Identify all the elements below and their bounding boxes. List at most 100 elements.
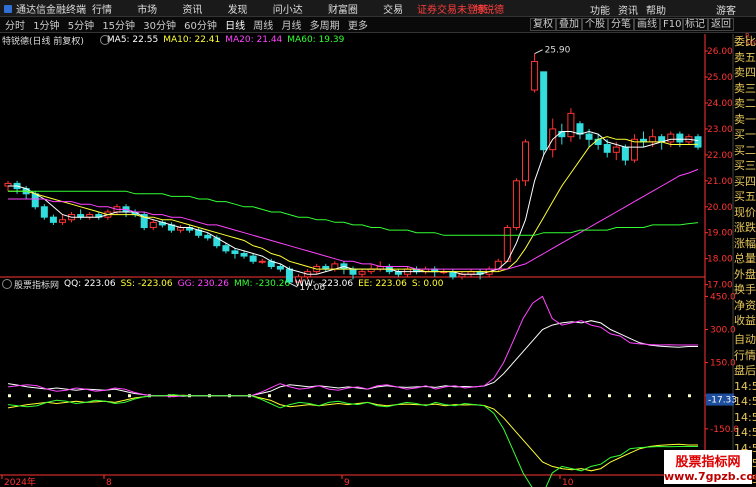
candle-body-38 bbox=[349, 268, 357, 275]
tick-panel-row-6: 14:50 bbox=[734, 426, 756, 439]
zero-line-dot bbox=[88, 394, 91, 398]
candle-body-59 bbox=[540, 71, 548, 151]
candle-body-68 bbox=[621, 146, 629, 161]
candle-body-67 bbox=[612, 146, 620, 153]
zero-line-dot bbox=[688, 394, 691, 398]
zero-line-dot bbox=[508, 394, 511, 398]
settings-icon[interactable] bbox=[100, 35, 110, 45]
candle-body-16 bbox=[149, 221, 157, 229]
indicator-line-qq bbox=[7, 320, 698, 397]
ma-line-ma20 bbox=[8, 168, 699, 270]
settings-icon[interactable] bbox=[2, 279, 12, 289]
zero-line-dot bbox=[548, 394, 551, 398]
price-tick-label-9: 26.00 bbox=[707, 47, 733, 57]
quote-panel: 委比 卖五 卖四 卖三 卖二 卖一 买一 买二 买三 买四 买五 现价 涨跌 涨幅 总量 外盘 换手 净资 收益 bbox=[734, 34, 756, 329]
zero-line-dot bbox=[588, 394, 591, 398]
price-tick-label-3: 20.00 bbox=[707, 203, 733, 213]
zero-line-dot bbox=[108, 394, 111, 398]
zero-line-dot bbox=[8, 394, 11, 398]
zero-line-dot bbox=[348, 394, 351, 398]
quote-panel-row-11: 现价 bbox=[734, 205, 756, 219]
time-tick-label-2: 9 bbox=[344, 478, 350, 487]
zero-line-dot bbox=[488, 394, 491, 398]
quote-panel-row-7: 买二 bbox=[734, 143, 756, 157]
tick-panel-row-4: 14:50 bbox=[734, 395, 756, 408]
price-tick-label-8: 25.00 bbox=[707, 73, 733, 83]
quote-panel-row-15: 外盘 bbox=[734, 267, 756, 281]
quote-panel-row-5: 卖一 bbox=[734, 112, 756, 126]
candle-body-69 bbox=[630, 138, 638, 161]
zero-line-dot bbox=[668, 394, 671, 398]
candle-body-3 bbox=[31, 193, 39, 208]
tick-panel-row-3: 14:50 bbox=[734, 379, 756, 393]
zero-line-dot bbox=[388, 394, 391, 398]
quote-panel-row-17: 净资 bbox=[734, 298, 756, 312]
ma-line-ma5 bbox=[8, 130, 699, 275]
zero-line-dot bbox=[368, 394, 371, 398]
zero-line-dot bbox=[648, 394, 651, 398]
candle-body-25 bbox=[231, 250, 239, 254]
candle-body-61 bbox=[558, 131, 566, 138]
ind-tick-label-0: 450.0 bbox=[710, 292, 736, 302]
indicator-qq-label: QQ: 223.06 bbox=[64, 279, 116, 289]
price-tick-label-7: 24.00 bbox=[707, 99, 733, 109]
zero-line-dot bbox=[528, 394, 531, 398]
price-tick-label-6: 23.00 bbox=[707, 125, 733, 135]
zero-line-dot bbox=[408, 394, 411, 398]
candle-body-26 bbox=[240, 252, 248, 257]
zero-line-dot bbox=[468, 394, 471, 398]
tick-panel-row-5: 14:50 bbox=[734, 410, 756, 424]
quote-panel-row-9: 买四 bbox=[734, 174, 756, 188]
indicator-title: 股票指标网 bbox=[14, 280, 60, 291]
watermark-url: www.7gpzb.com bbox=[664, 470, 756, 483]
zero-line-dot bbox=[448, 394, 451, 398]
indicator-gg-label: GG: 230.26 bbox=[177, 279, 229, 289]
tick-panel-row-2: 盘后 bbox=[734, 364, 756, 377]
candle-body-5 bbox=[49, 216, 57, 223]
price-tick-label-1: 18.00 bbox=[707, 255, 733, 265]
main-chart-legend: 特锐德(日线 前复权) MA5: 22.55 MA10: 22.41 MA20:… bbox=[0, 34, 756, 47]
zero-line-dot bbox=[268, 394, 271, 398]
indicator-line-ss bbox=[7, 394, 698, 472]
quote-panel-row-18: 收益 bbox=[734, 314, 756, 327]
indicator-s-label: S: 0.00 bbox=[411, 279, 444, 289]
candle-body-56 bbox=[512, 180, 520, 229]
quote-panel-row-14: 总量 bbox=[734, 252, 756, 265]
quote-panel-row-10: 买五 bbox=[734, 190, 756, 203]
zero-line-dot bbox=[568, 394, 571, 398]
ma60-label: MA60: 19.39 bbox=[287, 35, 345, 45]
zero-line-dot bbox=[28, 394, 31, 398]
tick-panel-row-1: 行情 bbox=[734, 348, 756, 362]
ind-tick-label-1: 300.0 bbox=[710, 326, 736, 336]
zero-line-dot bbox=[428, 394, 431, 398]
candle-body-74 bbox=[676, 133, 684, 143]
candle-body-6 bbox=[58, 219, 66, 223]
quote-panel-row-2: 卖四 bbox=[734, 66, 756, 79]
candle-body-73 bbox=[667, 133, 675, 143]
indicator-line-gg bbox=[7, 295, 698, 398]
quote-panel-row-6: 买一 bbox=[734, 128, 756, 141]
indicator-mm-label: MM: -230.26 bbox=[233, 279, 291, 289]
quote-panel-row-1: 卖五 bbox=[734, 50, 756, 64]
kline-chart[interactable]: 17.0018.0019.0020.0021.0022.0023.0024.00… bbox=[0, 0, 756, 487]
candle-body-63 bbox=[576, 123, 584, 135]
chart-title: 特锐德(日线 前复权) bbox=[2, 36, 84, 47]
annotation-label-0: 25.90 bbox=[545, 46, 571, 56]
ma10-label: MA10: 22.41 bbox=[163, 35, 221, 45]
candle-body-4 bbox=[40, 206, 48, 218]
quote-panel-row-0: 委比 bbox=[734, 35, 756, 48]
time-tick-label-1: 8 bbox=[106, 478, 112, 487]
quote-panel-row-3: 卖三 bbox=[734, 81, 756, 95]
tick-panel-row-0: 自动 bbox=[734, 333, 756, 346]
indicator-ww-label: WW: -223.06 bbox=[295, 279, 354, 289]
zero-line-dot bbox=[308, 394, 311, 398]
ma5-label: MA5: 22.55 bbox=[106, 35, 159, 45]
current-value-label: -17.33 bbox=[708, 396, 737, 406]
zero-line-dot bbox=[328, 394, 331, 398]
candle-body-62 bbox=[567, 112, 575, 138]
candle-body-28 bbox=[258, 260, 266, 263]
candle-body-24 bbox=[222, 245, 230, 252]
price-tick-label-2: 19.00 bbox=[707, 229, 733, 239]
zero-line-dot bbox=[288, 394, 291, 398]
candle-body-39 bbox=[358, 271, 366, 275]
